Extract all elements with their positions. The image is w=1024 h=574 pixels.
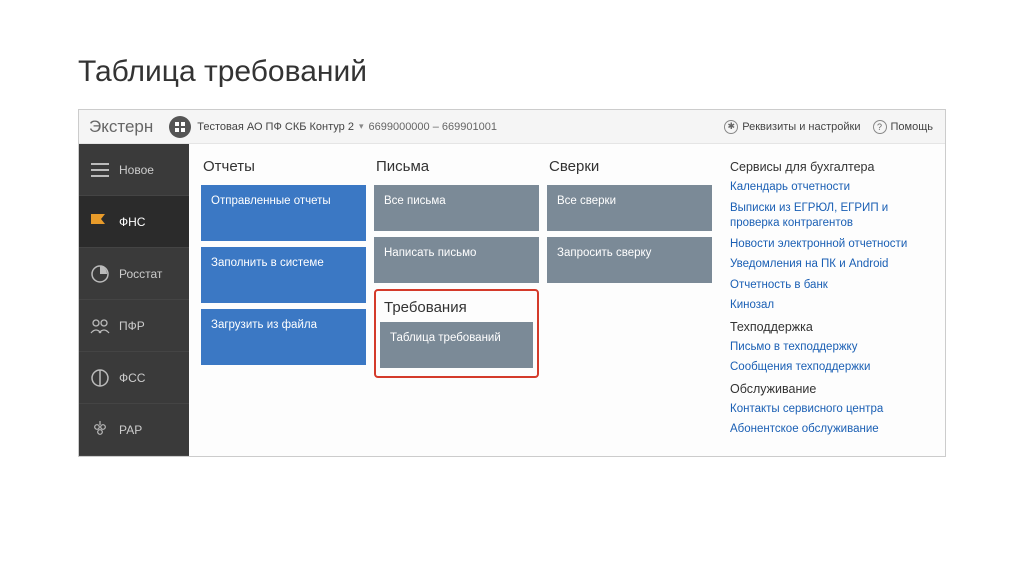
column-header: Сверки — [547, 154, 712, 185]
rp-link-service-contacts[interactable]: Контакты сервисного центра — [730, 402, 918, 418]
rp-link-support-messages[interactable]: Сообщения техподдержки — [730, 360, 918, 376]
sidebar-item-fns[interactable]: ФНС — [79, 196, 189, 248]
tile-sent-reports[interactable]: Отправленные отчеты — [201, 185, 366, 241]
circle-bar-icon — [89, 368, 111, 388]
rp-section-header: Сервисы для бухгалтера — [730, 160, 918, 174]
org-selector[interactable]: Тестовая АО ПФ СКБ Контур 2 — [197, 121, 354, 133]
column-header: Письма — [374, 154, 539, 185]
rp-link-extracts[interactable]: Выписки из ЕГРЮЛ, ЕГРИП и проверка контр… — [730, 201, 918, 232]
gear-icon: ✱ — [724, 120, 738, 134]
chevron-down-icon: ▾ — [359, 121, 364, 132]
app-switcher-icon[interactable] — [169, 116, 191, 138]
column-reconciliations: Сверки Все сверки Запросить сверку — [547, 154, 712, 446]
tile-fill-in-system[interactable]: Заполнить в системе — [201, 247, 366, 303]
pie-chart-icon — [89, 264, 111, 284]
page-title: Таблица требований — [0, 0, 1024, 109]
sidebar: Новое ФНС Росстат ПФР — [79, 144, 189, 456]
tile-all-letters[interactable]: Все письма — [374, 185, 539, 231]
right-panel: Сервисы для бухгалтера Календарь отчетно… — [730, 154, 918, 446]
grapes-icon — [89, 420, 111, 440]
rp-link-calendar[interactable]: Календарь отчетности — [730, 180, 918, 196]
tile-load-from-file[interactable]: Загрузить из файла — [201, 309, 366, 365]
sidebar-item-label: Новое — [119, 163, 154, 177]
app-window: Экстерн Тестовая АО ПФ СКБ Контур 2 ▾ 66… — [78, 109, 946, 457]
rp-link-news[interactable]: Новости электронной отчетности — [730, 237, 918, 253]
rp-link-subscription[interactable]: Абонентское обслуживание — [730, 422, 918, 438]
help-label: Помощь — [891, 121, 934, 133]
settings-label: Реквизиты и настройки — [742, 121, 860, 133]
tile-all-reconciliations[interactable]: Все сверки — [547, 185, 712, 231]
org-code-range: 6699000000 – 669901001 — [368, 121, 496, 133]
tile-write-letter[interactable]: Написать письмо — [374, 237, 539, 283]
rp-link-bank[interactable]: Отчетность в банк — [730, 278, 918, 294]
column-header: Отчеты — [201, 154, 366, 185]
sidebar-item-label: ПФР — [119, 319, 145, 333]
sidebar-item-pfr[interactable]: ПФР — [79, 300, 189, 352]
sidebar-item-label: ФСС — [119, 371, 145, 385]
sidebar-item-label: РАР — [119, 423, 142, 437]
rp-link-cinema[interactable]: Кинозал — [730, 298, 918, 314]
people-icon — [89, 316, 111, 336]
flag-icon — [89, 212, 111, 232]
sidebar-item-label: Росстат — [119, 267, 162, 281]
sidebar-item-rosstat[interactable]: Росстат — [79, 248, 189, 300]
settings-link[interactable]: ✱ Реквизиты и настройки — [724, 120, 860, 134]
help-icon: ? — [873, 120, 887, 134]
rp-link-support-letter[interactable]: Письмо в техподдержку — [730, 340, 918, 356]
rp-link-notifications[interactable]: Уведомления на ПК и Android — [730, 257, 918, 273]
topbar: Экстерн Тестовая АО ПФ СКБ Контур 2 ▾ 66… — [79, 110, 945, 144]
tile-requirements-table[interactable]: Таблица требований — [380, 322, 533, 368]
sidebar-item-label: ФНС — [119, 215, 145, 229]
menu-icon — [89, 160, 111, 180]
brand-name: Экстерн — [79, 117, 163, 137]
sidebar-item-new[interactable]: Новое — [79, 144, 189, 196]
help-link[interactable]: ? Помощь — [873, 120, 934, 134]
sidebar-item-fss[interactable]: ФСС — [79, 352, 189, 404]
sidebar-item-rar[interactable]: РАР — [79, 404, 189, 456]
rp-section-header: Техподдержка — [730, 320, 918, 334]
column-letters: Письма Все письма Написать письмо Требов… — [374, 154, 539, 446]
rp-section-header: Обслуживание — [730, 382, 918, 396]
column-header: Требования — [380, 295, 533, 322]
tile-request-reconciliation[interactable]: Запросить сверку — [547, 237, 712, 283]
column-reports: Отчеты Отправленные отчеты Заполнить в с… — [201, 154, 366, 446]
requirements-highlight: Требования Таблица требований — [374, 289, 539, 378]
main-content: Отчеты Отправленные отчеты Заполнить в с… — [189, 144, 945, 456]
